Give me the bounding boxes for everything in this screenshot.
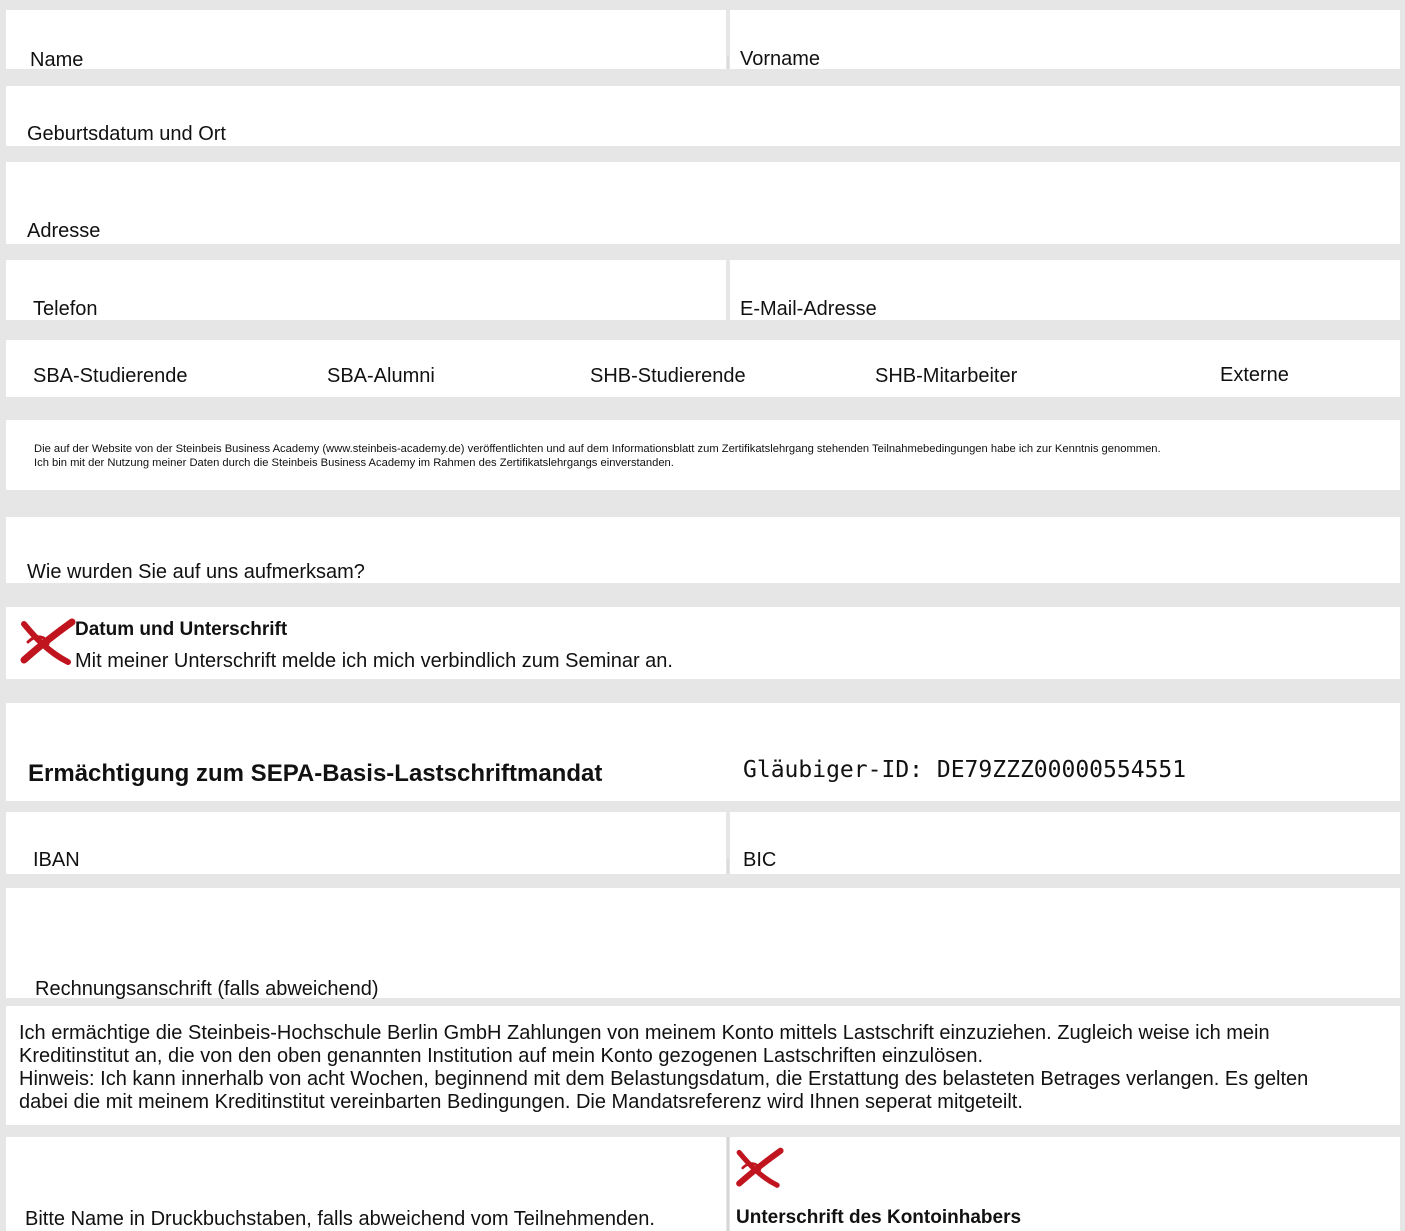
holder-signature-label: Unterschrift des Kontoinhabers bbox=[736, 1207, 1022, 1228]
print-name-label: Bitte Name in Druckbuchstaben, falls abw… bbox=[25, 1208, 655, 1230]
email-label: E-Mail-Adresse bbox=[740, 298, 877, 320]
sign-here-cross-icon bbox=[20, 618, 76, 665]
phone-label: Telefon bbox=[33, 298, 98, 320]
signature-text: Mit meiner Unterschrift melde ich mich v… bbox=[75, 650, 673, 672]
consent-text-line2: Ich bin mit der Nutzung meiner Daten dur… bbox=[34, 457, 674, 469]
mandate-text-line2: Kreditinstitut an, die von den oben gena… bbox=[19, 1045, 984, 1067]
vorname-label: Vorname bbox=[740, 48, 821, 70]
vorname-field[interactable] bbox=[730, 10, 1400, 69]
category-shb-studierende[interactable]: SHB-Studierende bbox=[590, 365, 746, 388]
phone-field[interactable] bbox=[6, 260, 726, 320]
field-divider bbox=[727, 858, 729, 874]
category-externe[interactable]: Externe bbox=[1220, 364, 1289, 387]
address-field[interactable] bbox=[6, 162, 1400, 244]
attention-label: Wie wurden Sie auf uns aufmerksam? bbox=[27, 561, 365, 583]
category-sba-studierende[interactable]: SBA-Studierende bbox=[33, 365, 188, 388]
sign-here-cross-icon bbox=[736, 1147, 784, 1188]
mandate-text-line1: Ich ermächtige die Steinbeis-Hochschule … bbox=[19, 1022, 1270, 1044]
iban-label: IBAN bbox=[33, 849, 80, 871]
billing-address-label: Rechnungsanschrift (falls abweichend) bbox=[35, 978, 379, 1000]
bic-field[interactable] bbox=[730, 812, 1400, 874]
name-label: Name bbox=[30, 49, 84, 71]
category-shb-mitarbeiter[interactable]: SHB-Mitarbeiter bbox=[875, 365, 1017, 388]
category-sba-alumni[interactable]: SBA-Alumni bbox=[327, 365, 435, 388]
field-divider bbox=[727, 56, 729, 69]
bic-label: BIC bbox=[743, 849, 777, 871]
iban-field[interactable] bbox=[6, 812, 726, 874]
mandate-text-line4: dabei die mit meinem Kreditinstitut vere… bbox=[19, 1091, 1023, 1113]
name-field[interactable] bbox=[6, 10, 726, 69]
mandate-text-line3: Hinweis: Ich kann innerhalb von acht Woc… bbox=[19, 1068, 1309, 1090]
sepa-title: Ermächtigung zum SEPA-Basis-Lastschriftm… bbox=[28, 760, 603, 787]
signature-title: Datum und Unterschrift bbox=[75, 619, 288, 640]
birth-label: Geburtsdatum und Ort bbox=[27, 123, 226, 145]
address-label: Adresse bbox=[27, 220, 101, 242]
consent-text-line1: Die auf der Website von der Steinbeis Bu… bbox=[34, 443, 1161, 455]
creditor-id: Gläubiger-ID: DE79ZZZ00000554551 bbox=[743, 757, 1187, 783]
field-divider bbox=[727, 1137, 729, 1231]
